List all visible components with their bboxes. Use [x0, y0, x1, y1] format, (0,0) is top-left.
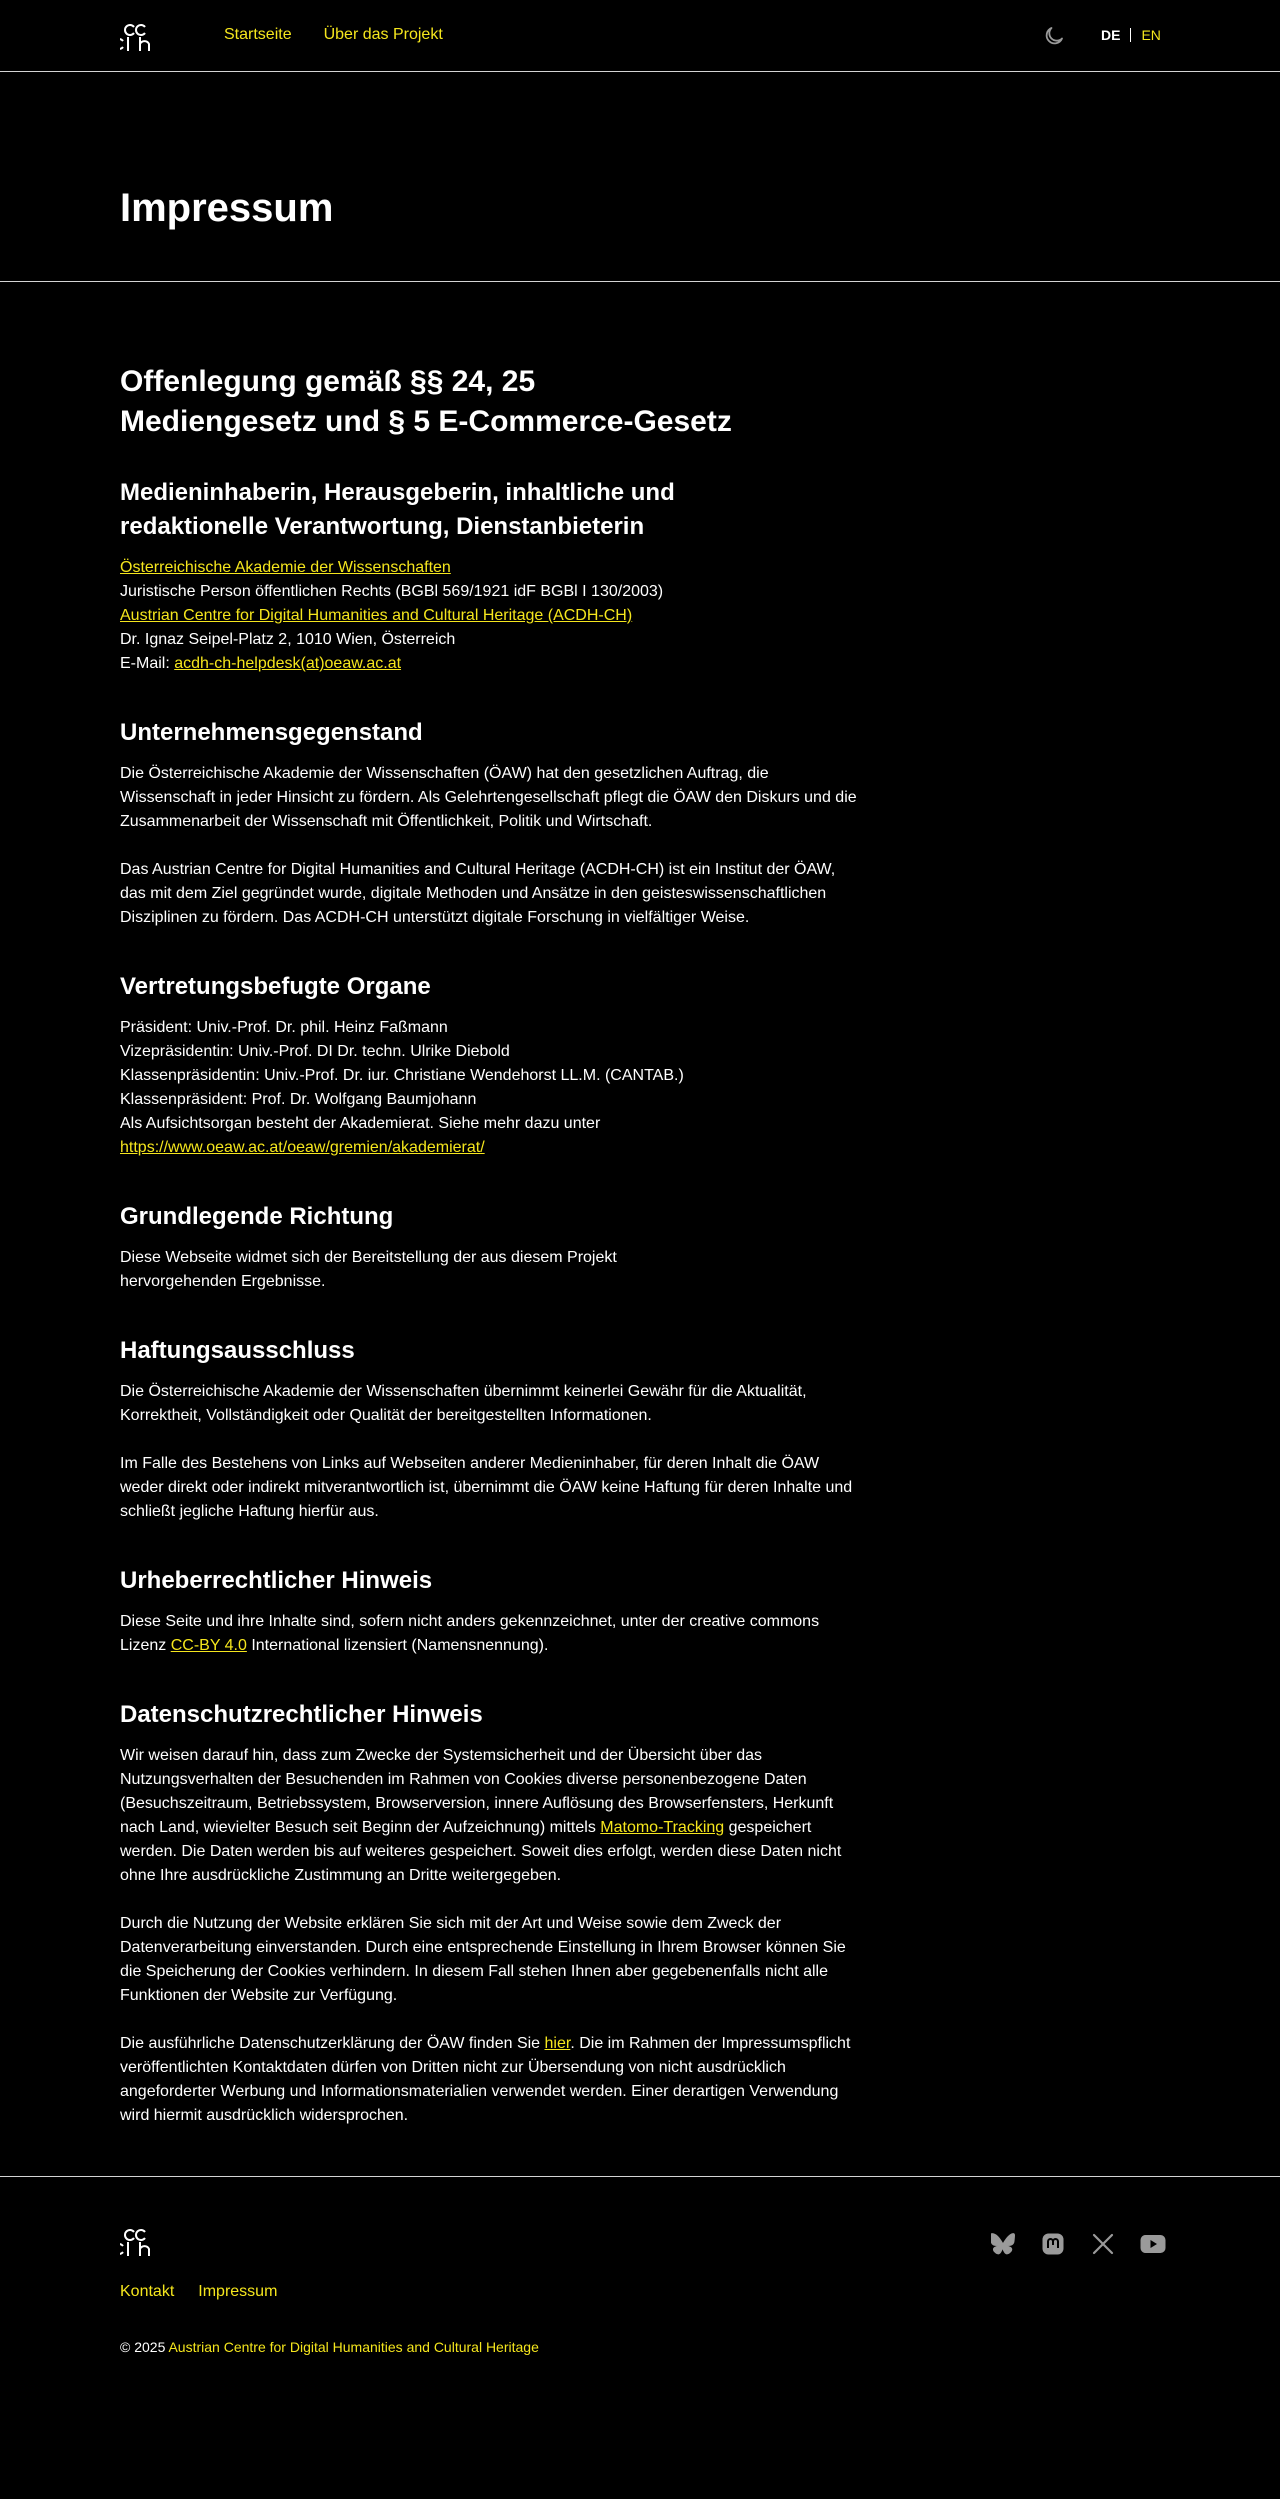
- purpose-section: Unternehmensgegenstand Die Österreichisc…: [120, 716, 860, 930]
- organ-line: Vizepräsidentin: Univ.-Prof. DI Dr. tech…: [120, 1043, 510, 1060]
- akademierat-link[interactable]: https://www.oeaw.ac.at/oeaw/gremien/akad…: [120, 1139, 485, 1156]
- lang-divider: [1130, 28, 1132, 42]
- copyright-paragraph: Diese Seite und ihre Inhalte sind, sofer…: [120, 1610, 860, 1658]
- privacy-paragraph-3: Die ausführliche Datenschutzerklärung de…: [120, 2032, 860, 2128]
- page-hero: Impressum: [0, 72, 1280, 282]
- page-title: Impressum: [120, 186, 334, 230]
- copyright-section: Urheberrechtlicher Hinweis Diese Seite u…: [120, 1564, 860, 1658]
- purpose-paragraph-2: Das Austrian Centre for Digital Humaniti…: [120, 861, 836, 926]
- organ-line: Klassenpräsident: Prof. Dr. Wolfgang Bau…: [120, 1091, 477, 1108]
- footer-link-kontakt[interactable]: Kontakt: [120, 2283, 174, 2301]
- lang-de[interactable]: DE: [1101, 27, 1120, 43]
- privacy-policy-link[interactable]: hier: [545, 2035, 571, 2052]
- organ-line: Klassenpräsidentin: Univ.-Prof. Dr. iur.…: [120, 1067, 684, 1084]
- privacy-p3-before: Die ausführliche Datenschutzerklärung de…: [120, 2035, 545, 2052]
- disclosure-title: Offenlegung gemäß §§ 24, 25 Mediengesetz…: [120, 362, 860, 442]
- direction-section: Grundlegende Richtung Diese Webseite wid…: [120, 1200, 860, 1294]
- direction-heading: Grundlegende Richtung: [120, 1203, 394, 1230]
- direction-text: Diese Webseite widmet sich der Bereitste…: [120, 1249, 617, 1290]
- copyright-line: © 2025 Austrian Centre for Digital Human…: [120, 2339, 539, 2355]
- main-content: Offenlegung gemäß §§ 24, 25 Mediengesetz…: [0, 282, 860, 2128]
- institute-link[interactable]: Austrian Centre for Digital Humanities a…: [120, 607, 632, 624]
- social-links: [990, 2231, 1166, 2257]
- purpose-paragraph-1: Die Österreichische Akademie der Wissens…: [120, 765, 857, 830]
- site-header: Startseite Über das Projekt DE EN: [0, 0, 1280, 72]
- liability-paragraph-2: Im Falle des Bestehens von Links auf Web…: [120, 1455, 853, 1520]
- organ-line: Präsident: Univ.-Prof. Dr. phil. Heinz F…: [120, 1019, 448, 1036]
- owner-heading: Medieninhaberin, Herausgeberin, inhaltli…: [120, 479, 675, 540]
- moon-icon[interactable]: [1042, 24, 1066, 48]
- privacy-paragraph-2: Durch die Nutzung der Website erklären S…: [120, 1915, 846, 2004]
- site-footer: Kontakt Impressum © 2025 Austrian Centre…: [0, 2176, 1280, 2406]
- lang-en[interactable]: EN: [1141, 27, 1160, 43]
- copyright-text-after: International lizensiert (Namensnennung)…: [246, 1637, 549, 1654]
- privacy-heading: Datenschutzrechtlicher Hinweis: [120, 1701, 483, 1728]
- email-link[interactable]: acdh-ch-helpdesk(at)oeaw.ac.at: [174, 655, 401, 672]
- liability-section: Haftungsausschluss Die Österreichische A…: [120, 1334, 860, 1524]
- postal-address: Dr. Ignaz Seipel-Platz 2, 1010 Wien, Öst…: [120, 631, 456, 648]
- organ-line: Als Aufsichtsorgan besteht der Akademier…: [120, 1115, 601, 1132]
- nav-ueber-das-projekt[interactable]: Über das Projekt: [324, 26, 443, 44]
- owner-section: Medieninhaberin, Herausgeberin, inhaltli…: [120, 476, 860, 676]
- disclosure-title-line2: Mediengesetz und § 5 E-Commerce-Gesetz: [120, 405, 732, 438]
- language-switcher: DE EN: [1101, 27, 1161, 43]
- organs-section: Vertretungsbefugte Organe Präsident: Uni…: [120, 970, 860, 1160]
- copyright-heading: Urheberrechtlicher Hinweis: [120, 1567, 433, 1594]
- privacy-paragraph-1: Wir weisen darauf hin, dass zum Zwecke d…: [120, 1744, 860, 1888]
- nav-startseite[interactable]: Startseite: [224, 26, 292, 44]
- footer-links: Kontakt Impressum: [120, 2283, 277, 2301]
- purpose-heading: Unternehmensgegenstand: [120, 719, 423, 746]
- youtube-icon[interactable]: [1140, 2231, 1166, 2257]
- bluesky-icon[interactable]: [990, 2231, 1016, 2257]
- acdh-logo-icon[interactable]: [113, 20, 152, 52]
- main-nav: Startseite Über das Projekt: [224, 26, 443, 44]
- academy-link[interactable]: Österreichische Akademie der Wissenschaf…: [120, 559, 451, 576]
- copyright-prefix: © 2025: [120, 2339, 169, 2355]
- disclosure-title-line1: Offenlegung gemäß §§ 24, 25: [120, 365, 536, 398]
- legal-status: Juristische Person öffentlichen Rechts (…: [120, 583, 664, 600]
- organs-list: Präsident: Univ.-Prof. Dr. phil. Heinz F…: [120, 1016, 860, 1160]
- email-label: E-Mail:: [120, 655, 175, 672]
- matomo-link[interactable]: Matomo-Tracking: [600, 1819, 724, 1836]
- footer-link-impressum[interactable]: Impressum: [198, 2283, 277, 2301]
- liability-heading: Haftungsausschluss: [120, 1337, 355, 1364]
- privacy-section: Datenschutzrechtlicher Hinweis Wir weise…: [120, 1698, 860, 2128]
- liability-paragraph-1: Die Österreichische Akademie der Wissens…: [120, 1383, 807, 1424]
- footer-logo-icon[interactable]: [113, 2225, 152, 2257]
- organs-heading: Vertretungsbefugte Organe: [120, 973, 431, 1000]
- cc-by-link[interactable]: CC-BY 4.0: [171, 1637, 247, 1654]
- copyright-link[interactable]: Austrian Centre for Digital Humanities a…: [168, 2339, 538, 2355]
- x-icon[interactable]: [1090, 2231, 1116, 2257]
- owner-address-block: Österreichische Akademie der Wissenschaf…: [120, 556, 860, 676]
- mastodon-icon[interactable]: [1040, 2231, 1066, 2257]
